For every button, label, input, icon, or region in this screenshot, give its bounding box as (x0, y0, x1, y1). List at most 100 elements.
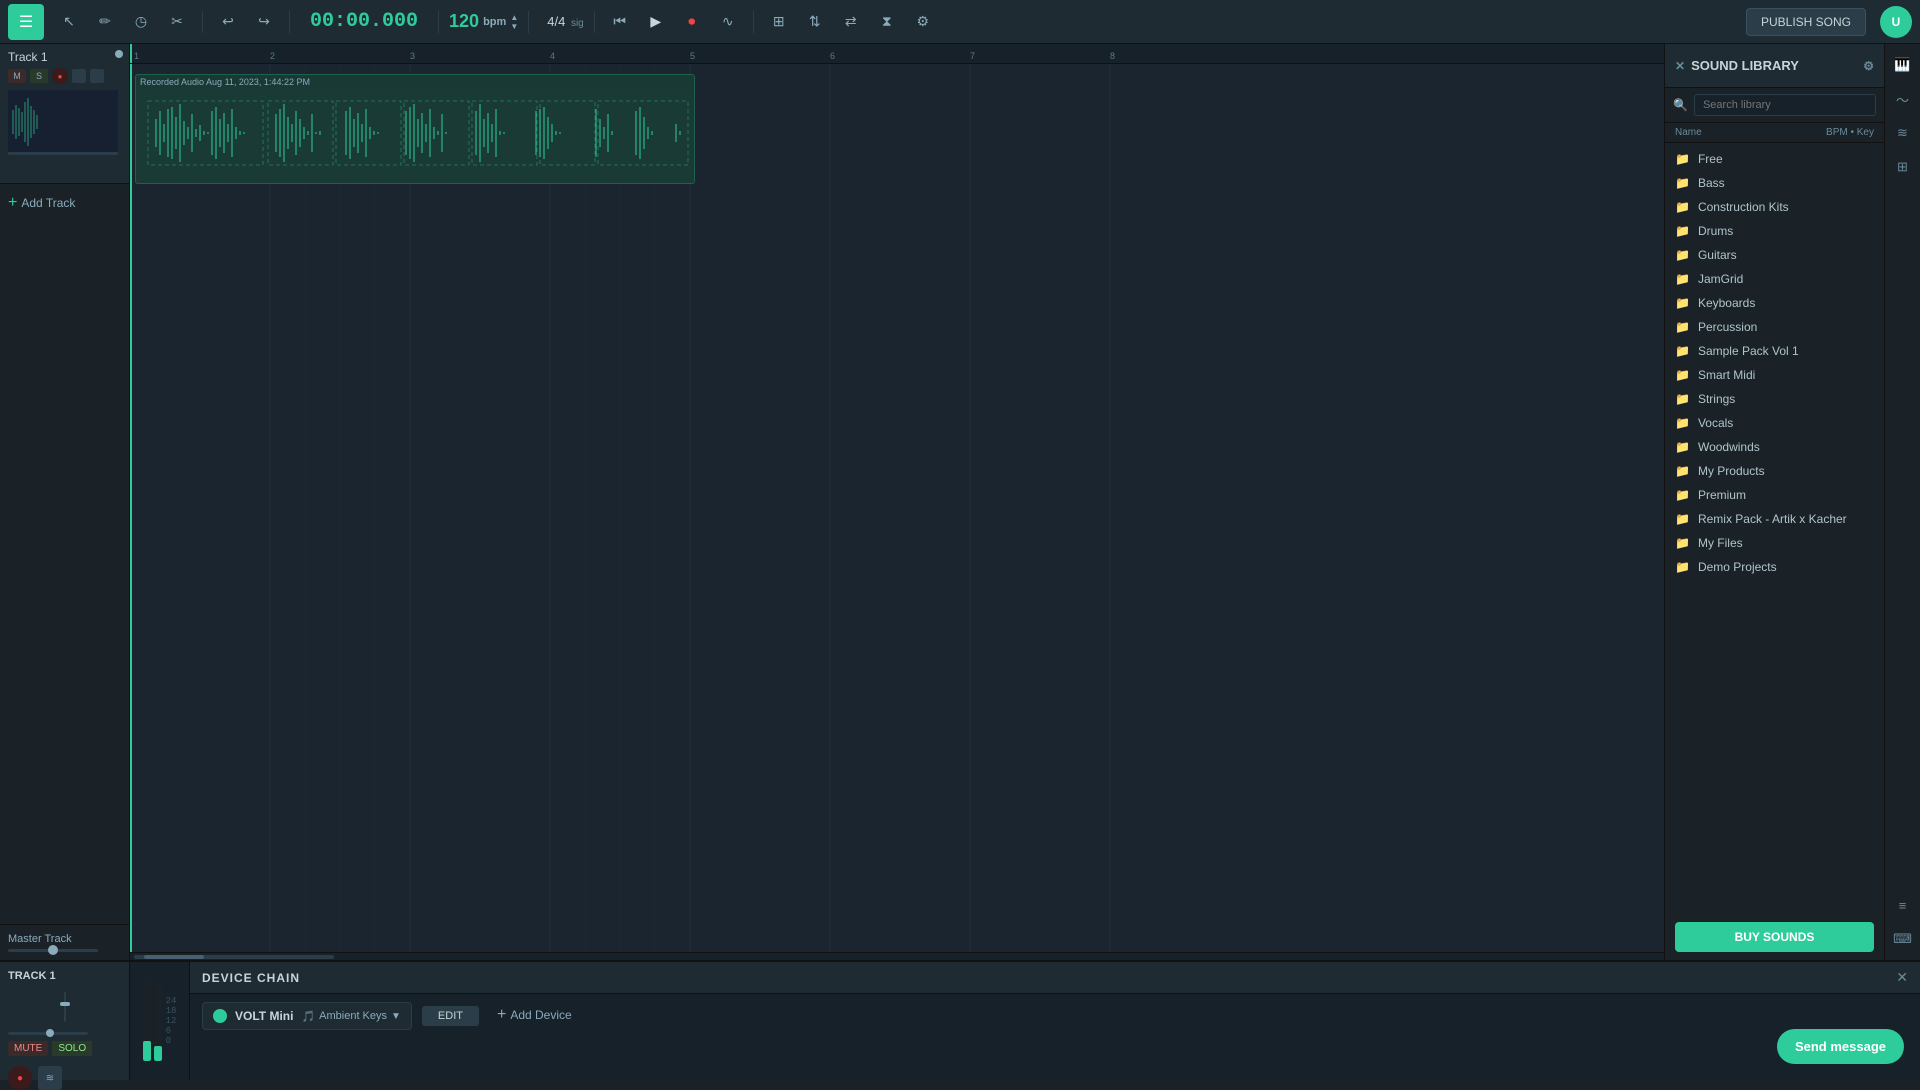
mute-button[interactable]: MUTE (8, 1041, 48, 1056)
device-power-button[interactable] (213, 1009, 227, 1023)
split-merge-button[interactable]: ⇄ (836, 7, 866, 37)
loop-button[interactable]: ∿ (713, 7, 743, 37)
right-channel-meter (154, 981, 162, 1061)
piano-icon-button[interactable]: 🎹 (1890, 52, 1916, 78)
keyboard-icon-button[interactable]: ⌨ (1890, 926, 1916, 952)
track-1-mute-button[interactable]: M (8, 69, 26, 83)
library-search-input[interactable] (1694, 94, 1876, 116)
loop-icon: ∿ (722, 13, 734, 30)
arrangement-area: 1 2 3 4 5 6 7 8 (130, 44, 1664, 960)
library-item-guitars[interactable]: 📁 Guitars (1665, 243, 1884, 267)
track-1-record-button[interactable]: ● (52, 68, 68, 84)
right-meter-fill (154, 1046, 162, 1061)
snap-button[interactable]: ⊞ (764, 7, 794, 37)
device-preset-selector[interactable]: 🎵 Ambient Keys ▼ (301, 1010, 400, 1023)
track-1-graph-button[interactable] (90, 69, 104, 83)
plugins-button[interactable]: ⚙ (908, 7, 938, 37)
volume-fader-thumb[interactable] (60, 1002, 70, 1006)
ruler-mark-4: 4 (550, 51, 555, 61)
align-icon: ⇅ (809, 13, 821, 30)
solo-button[interactable]: SOLO (52, 1041, 92, 1056)
library-item-sample-pack-vol1[interactable]: 📁 Sample Pack Vol 1 (1665, 339, 1884, 363)
settings-icon: ≡ (1899, 898, 1907, 913)
folder-icon: 📁 (1675, 392, 1690, 406)
close-library-icon[interactable]: ✕ (1675, 59, 1685, 73)
library-item-label: My Products (1698, 464, 1765, 478)
library-item-bass[interactable]: 📁 Bass (1665, 171, 1884, 195)
master-volume-slider[interactable] (8, 949, 98, 952)
track-1-solo-button[interactable]: S (30, 69, 48, 83)
h-scrollbar[interactable] (130, 952, 1664, 960)
main-content: Track 1 M S ● (0, 44, 1920, 960)
library-item-my-products[interactable]: 📁 My Products (1665, 459, 1884, 483)
select-tool-button[interactable]: ↖ (54, 7, 84, 37)
bpm-up-icon[interactable]: ▲ (510, 13, 518, 22)
library-item-strings[interactable]: 📁 Strings (1665, 387, 1884, 411)
scissors-icon: ✂ (171, 13, 183, 30)
library-settings-icon[interactable]: ⚙ (1863, 59, 1874, 73)
wave-icon-button[interactable]: 〜 (1890, 86, 1916, 112)
sound-library-panel: ✕ SOUND LIBRARY ⚙ 🔍 Name BPM • Key 📁 Fre… (1664, 44, 1884, 960)
track-1-volume-knob[interactable] (115, 50, 123, 58)
device-chain-header: DEVICE CHAIN ✕ (190, 962, 1920, 994)
tracks-panel: Track 1 M S ● (0, 44, 130, 960)
settings-icon-button[interactable]: ≡ (1890, 892, 1916, 918)
library-item-premium[interactable]: 📁 Premium (1665, 483, 1884, 507)
split-icon: ⇄ (845, 13, 857, 30)
browser-icon-button[interactable]: ⊞ (1890, 154, 1916, 180)
record-button[interactable]: ⏺ (677, 7, 707, 37)
library-item-my-files[interactable]: 📁 My Files (1665, 531, 1884, 555)
select-icon: ↖ (63, 13, 75, 30)
device-volt-mini[interactable]: VOLT Mini 🎵 Ambient Keys ▼ (202, 1002, 412, 1030)
align-button[interactable]: ⇅ (800, 7, 830, 37)
redo-button[interactable]: ↪ (249, 7, 279, 37)
library-item-keyboards[interactable]: 📁 Keyboards (1665, 291, 1884, 315)
send-message-button[interactable]: Send message (1777, 1029, 1904, 1064)
menu-button[interactable]: ☰ (8, 4, 44, 40)
pan-thumb[interactable] (46, 1029, 54, 1037)
library-item-smart-midi[interactable]: 📁 Smart Midi (1665, 363, 1884, 387)
library-item-construction-kits[interactable]: 📁 Construction Kits (1665, 195, 1884, 219)
eq-icon-button[interactable]: ≋ (1890, 120, 1916, 146)
library-item-demo-projects[interactable]: 📁 Demo Projects (1665, 555, 1884, 579)
library-item-percussion[interactable]: 📁 Percussion (1665, 315, 1884, 339)
library-item-label: Free (1698, 152, 1723, 166)
play-button[interactable]: ▶ (641, 7, 671, 37)
tracks-area[interactable]: Recorded Audio Aug 11, 2023, 1:44:22 PM (130, 64, 1664, 952)
device-chain-close-button[interactable]: ✕ (1896, 969, 1908, 986)
bottom-record-icon[interactable]: ● (8, 1066, 32, 1090)
library-item-drums[interactable]: 📁 Drums (1665, 219, 1884, 243)
add-device-button[interactable]: + Add Device (489, 1002, 580, 1028)
library-item-jamgrid[interactable]: 📁 JamGrid (1665, 267, 1884, 291)
bottom-eq-icon[interactable]: ≋ (38, 1066, 62, 1090)
device-chain-content: VOLT Mini 🎵 Ambient Keys ▼ EDIT + Add De… (190, 994, 1920, 1080)
library-item-free[interactable]: 📁 Free (1665, 147, 1884, 171)
add-track-button[interactable]: + Add Track (0, 184, 129, 222)
rewind-button[interactable]: ⏮ (605, 7, 635, 37)
pan-slider[interactable] (8, 1032, 88, 1035)
cut-tool-button[interactable]: ✂ (162, 7, 192, 37)
library-item-woodwinds[interactable]: 📁 Woodwinds (1665, 435, 1884, 459)
folder-icon: 📁 (1675, 416, 1690, 430)
library-item-label: Construction Kits (1698, 200, 1789, 214)
browser-icon: ⊞ (1897, 159, 1908, 175)
record-icon: ⏺ (688, 13, 695, 30)
library-item-vocals[interactable]: 📁 Vocals (1665, 411, 1884, 435)
device-edit-button[interactable]: EDIT (422, 1006, 479, 1026)
fx-button[interactable]: ⧗ (872, 7, 902, 37)
publish-button[interactable]: PUBLISH SONG (1746, 8, 1866, 36)
track-1-wave-button[interactable] (72, 69, 86, 83)
master-volume-thumb[interactable] (48, 945, 58, 955)
library-item-remix-pack[interactable]: 📁 Remix Pack - Artik x Kacher (1665, 507, 1884, 531)
draw-tool-button[interactable]: ✏ (90, 7, 120, 37)
undo-button[interactable]: ↩ (213, 7, 243, 37)
folder-icon: 📁 (1675, 296, 1690, 310)
h-scrollbar-thumb[interactable] (144, 955, 204, 959)
level-meters (143, 981, 162, 1061)
bpm-down-icon[interactable]: ▼ (510, 22, 518, 31)
user-avatar[interactable]: U (1880, 6, 1912, 38)
clock-tool-button[interactable]: ◷ (126, 7, 156, 37)
buy-sounds-button[interactable]: BUY SOUNDS (1675, 922, 1874, 952)
audio-clip-1[interactable]: Recorded Audio Aug 11, 2023, 1:44:22 PM (135, 74, 695, 184)
separator-3 (438, 11, 439, 33)
